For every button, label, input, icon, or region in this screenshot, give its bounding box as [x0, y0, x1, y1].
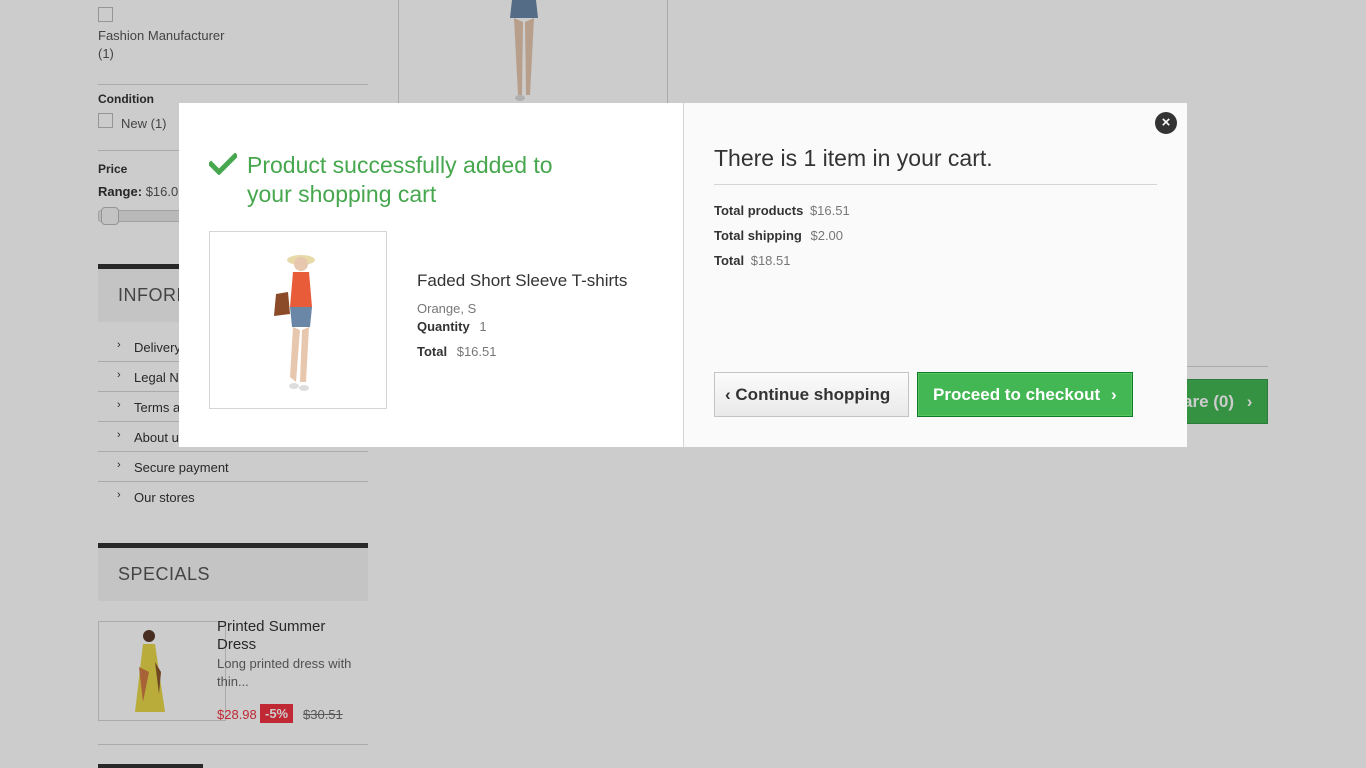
- total-shipping: Total shipping $2.00: [714, 228, 843, 243]
- cart-total: Total $18.51: [714, 253, 790, 268]
- check-icon: [209, 153, 237, 175]
- continue-shopping-button[interactable]: ‹ Continue shopping: [714, 372, 909, 417]
- cart-product-attributes: Orange, S: [417, 301, 477, 316]
- continue-shopping-label: Continue shopping: [735, 385, 891, 404]
- cart-total-value: $18.51: [750, 253, 791, 268]
- proceed-to-checkout-button[interactable]: Proceed to checkout ›: [917, 372, 1133, 417]
- divider: [714, 184, 1157, 185]
- chevron-left-icon: ‹: [725, 385, 731, 404]
- quantity-label: Quantity: [417, 319, 470, 334]
- cart-product-quantity: Quantity 1: [417, 319, 487, 334]
- total-shipping-label: Total shipping: [714, 228, 802, 243]
- chevron-right-icon: ›: [1110, 385, 1117, 404]
- model-image: [274, 255, 315, 391]
- cart-title: There is 1 item in your cart.: [714, 145, 993, 171]
- quantity-value: 1: [479, 319, 487, 334]
- total-shipping-value: $2.00: [810, 228, 844, 243]
- modal-cart-summary: × There is 1 item in your cart. Total pr…: [683, 103, 1187, 447]
- success-text: Product successfully added to your shopp…: [247, 152, 553, 207]
- cart-total-label: Total: [714, 253, 745, 268]
- cart-product-image: [209, 231, 387, 409]
- cart-product-name: Faded Short Sleeve T-shirts: [417, 271, 628, 290]
- cart-product-total: Total $16.51: [417, 344, 496, 359]
- close-icon[interactable]: ×: [1155, 112, 1177, 134]
- total-products: Total products $16.51: [714, 203, 850, 218]
- modal-product-panel: Product successfully added to your shopp…: [179, 103, 683, 447]
- total-label: Total: [417, 344, 448, 359]
- total-products-label: Total products: [714, 203, 804, 218]
- total-products-value: $16.51: [809, 203, 850, 218]
- cart-modal: Product successfully added to your shopp…: [179, 103, 1187, 447]
- checkout-label: Proceed to checkout: [933, 385, 1101, 404]
- total-value: $16.51: [456, 344, 497, 359]
